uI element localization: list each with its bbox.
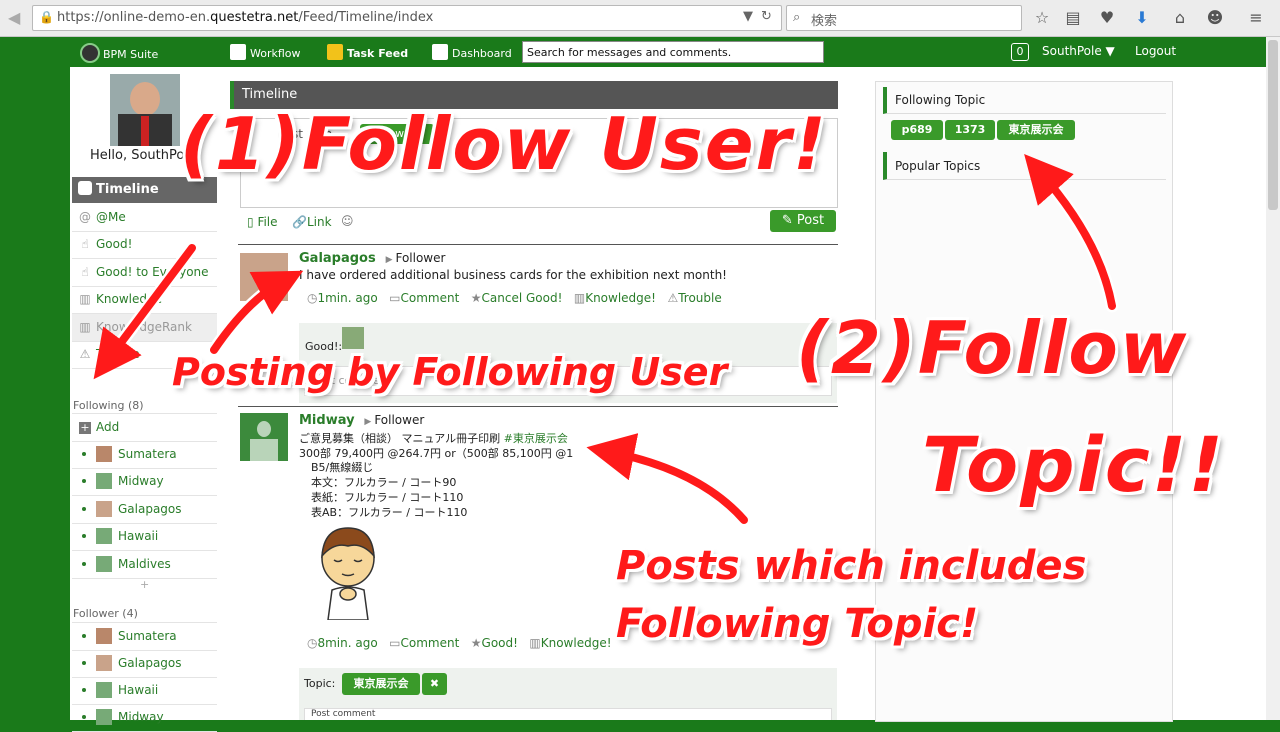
arrow-to-following	[93, 244, 196, 380]
annotation-follow-user: (1)Follow User!	[180, 102, 828, 186]
annotation-follow-topic-2: Topic!!	[922, 420, 1226, 509]
annotation-posts-which-2: Following Topic!	[616, 601, 979, 647]
annotation-posts-which-1: Posts which includes	[616, 543, 1087, 589]
annotation-posting-by: Posting by Following User	[172, 350, 728, 394]
annotation-follow-topic-1: (2)Follow	[796, 306, 1189, 390]
